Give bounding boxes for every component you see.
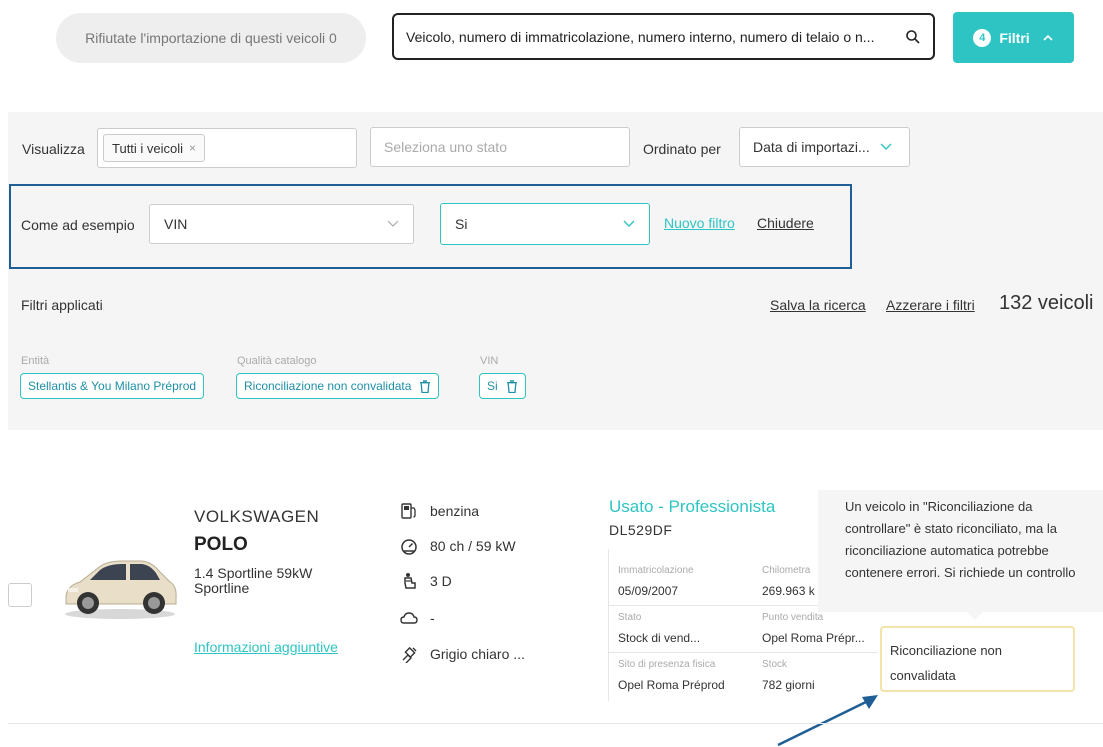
- vehicle-model: POLO: [194, 534, 248, 555]
- new-filter-link[interactable]: Nuovo filtro: [664, 215, 735, 231]
- vehicle-version: 1.4 Sportline 59kW Sportline: [194, 566, 312, 596]
- example-label: Come ad esempio: [21, 217, 135, 233]
- status-label: Stato: [618, 612, 642, 623]
- order-select[interactable]: Data di importazi...: [739, 127, 910, 167]
- criteria-field-select[interactable]: VIN: [149, 204, 414, 244]
- vehicle-brand: VOLKSWAGEN: [194, 507, 320, 526]
- applied-filters-label: Filtri applicati: [21, 297, 103, 313]
- search-icon[interactable]: [905, 29, 921, 45]
- site-label: Sito di presenza fisica: [618, 659, 716, 670]
- applied-filter-value: Si: [487, 379, 498, 393]
- trash-icon[interactable]: [506, 379, 518, 393]
- more-info-link[interactable]: Informazioni aggiuntive: [194, 639, 338, 655]
- catalog-quality-badge[interactable]: Riconciliazione non convalidata: [880, 626, 1075, 692]
- close-filter-link[interactable]: Chiudere: [757, 215, 814, 231]
- applied-filter-tag[interactable]: Stellantis & You Milano Préprod: [20, 373, 205, 399]
- sale-point-label: Punto vendita: [762, 612, 824, 623]
- vehicle-usage: Usato - Professionista: [609, 497, 776, 516]
- applied-filter-label: VIN: [480, 355, 499, 367]
- save-search-link[interactable]: Salva la ricerca: [770, 297, 866, 313]
- search-text: Veicolo, numero di immatricolazione, num…: [406, 28, 875, 45]
- vehicle-version-line: Sportline: [194, 580, 250, 596]
- speedometer-icon: [401, 539, 417, 555]
- cloud-icon: [400, 612, 418, 624]
- doors-value: 3 D: [430, 573, 452, 589]
- criteria-field-value: VIN: [164, 216, 188, 232]
- rejected-import-button[interactable]: Rifiutate l'importazione di questi veico…: [56, 13, 366, 63]
- color-value: Grigio chiaro ...: [430, 646, 525, 662]
- tooltip-line: Un veicolo in "Riconciliazione da: [845, 499, 1033, 514]
- tooltip-line: riconciliazione automatica potrebbe: [845, 543, 1049, 558]
- fuel-pump-icon: [401, 503, 416, 519]
- spec-power: 80 ch / 59 kW: [400, 537, 516, 555]
- chevron-down-icon: [880, 143, 892, 150]
- stock-label: Stock: [762, 659, 788, 670]
- sale-point-value: Opel Roma Prépr...: [762, 631, 865, 645]
- registration-label: Immatricolazione: [618, 565, 694, 576]
- applied-filter-value: Stellantis & You Milano Préprod: [28, 379, 197, 393]
- vehicle-search-input[interactable]: Veicolo, numero di immatricolazione, num…: [392, 13, 935, 60]
- fuel-value: benzina: [430, 503, 480, 519]
- details-divider: [608, 549, 609, 701]
- view-label: Visualizza: [22, 141, 85, 157]
- rejected-import-label: Rifiutate l'importazione di questi veico…: [85, 30, 337, 46]
- view-chip: Tutti i veicoli ×: [103, 134, 206, 162]
- filters-count-badge: 4: [973, 28, 992, 47]
- criteria-value-select[interactable]: Si: [440, 203, 650, 245]
- annotation-arrow: [777, 695, 878, 747]
- applied-filter-label: Entità: [21, 355, 50, 367]
- emissions-value: -: [430, 610, 435, 626]
- vehicle-select-checkbox[interactable]: [8, 583, 32, 607]
- car-seat-icon: [404, 573, 416, 589]
- site-value: Opel Roma Préprod: [618, 678, 725, 692]
- spec-color: Grigio chiaro ...: [400, 645, 525, 663]
- badge-line: convalidata: [890, 668, 956, 683]
- filters-label: Filtri: [999, 29, 1030, 46]
- status-value: Stock di vend...: [618, 631, 701, 645]
- badge-line: Riconciliazione non: [890, 643, 1003, 658]
- applied-filter-tag[interactable]: Riconciliazione non convalidata: [236, 373, 440, 399]
- state-placeholder: Seleziona uno stato: [384, 139, 507, 155]
- vehicle-version-line: 1.4 Sportline 59kW: [194, 565, 313, 581]
- spec-doors: 3 D: [400, 572, 452, 590]
- reset-filters-link[interactable]: Azzerare i filtri: [886, 297, 975, 313]
- card-separator: [8, 723, 1103, 724]
- filters-button[interactable]: 4 Filtri: [953, 12, 1074, 63]
- state-select[interactable]: Seleziona uno stato: [370, 127, 630, 167]
- criteria-value: Si: [455, 216, 468, 232]
- spec-emissions: -: [400, 609, 435, 627]
- close-icon[interactable]: ×: [189, 141, 196, 155]
- tooltip-arrow: [966, 611, 984, 620]
- chevron-up-icon: [1043, 34, 1053, 41]
- applied-filter-value: Riconciliazione non convalidata: [244, 379, 412, 393]
- view-chip-label: Tutti i veicoli: [112, 140, 184, 156]
- registration-value: 05/09/2007: [618, 584, 679, 598]
- reconciliation-tooltip: Un veicolo in "Riconciliazione da contro…: [818, 490, 1103, 612]
- tooltip-line: controllare" è stato riconciliato, ma la: [845, 521, 1057, 536]
- tooltip-line: contenere errori. Si richiede un control…: [845, 565, 1076, 580]
- paint-spray-icon: [402, 646, 417, 663]
- vehicle-count: 132 veicoli: [999, 292, 1094, 314]
- car-thumbnail: [65, 560, 177, 619]
- applied-filter-tag[interactable]: Si: [479, 373, 526, 399]
- mileage-value: 269.963 k: [762, 584, 815, 598]
- applied-filter-label: Qualità catalogo: [237, 355, 317, 367]
- spec-fuel: benzina: [400, 502, 479, 520]
- chevron-down-icon: [623, 220, 635, 227]
- power-value: 80 ch / 59 kW: [430, 538, 516, 554]
- row-divider: [608, 652, 878, 653]
- trash-icon[interactable]: [419, 379, 431, 393]
- vehicle-plate: DL529DF: [609, 522, 673, 538]
- mileage-label: Chilometra: [762, 565, 811, 576]
- order-label: Ordinato per: [643, 141, 721, 157]
- order-value: Data di importazi...: [753, 139, 870, 155]
- chevron-down-icon: [387, 220, 399, 227]
